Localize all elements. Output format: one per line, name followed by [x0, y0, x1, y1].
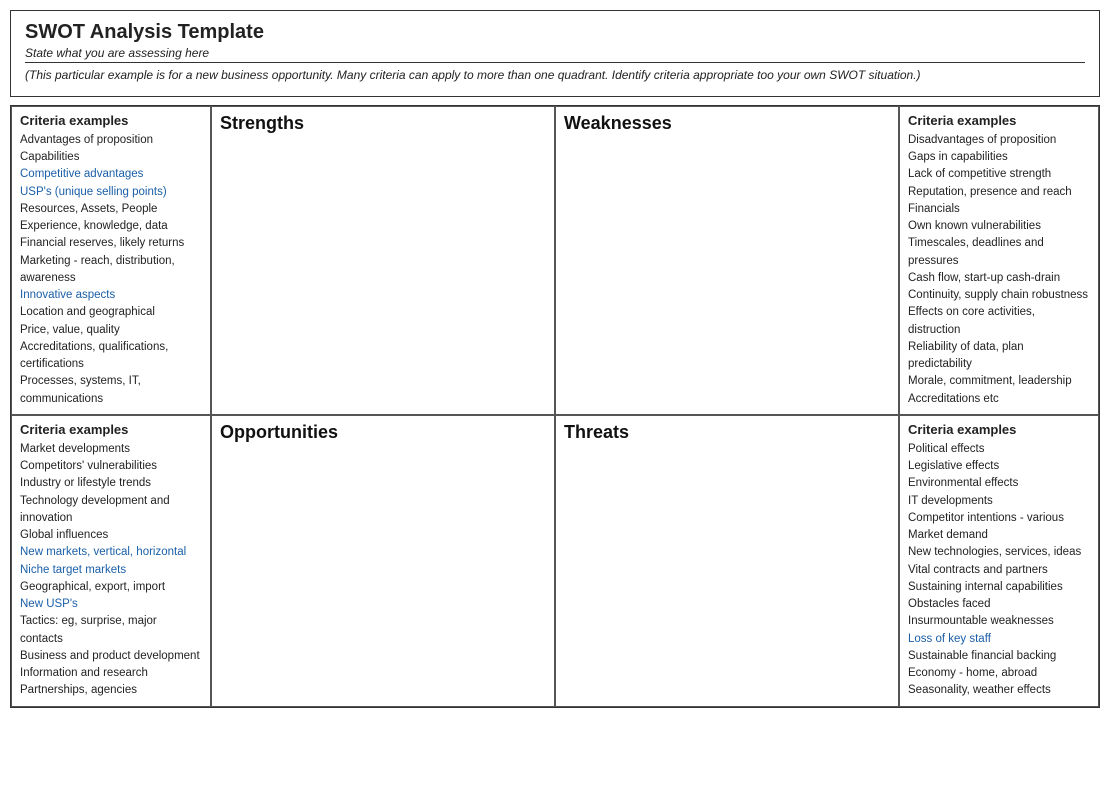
list-item: Lack of competitive strength [908, 166, 1090, 183]
list-item: Morale, commitment, leadership [908, 373, 1090, 390]
criteria-bottom-right-items: Political effectsLegislative effectsEnvi… [908, 441, 1090, 700]
list-item: Seasonality, weather effects [908, 682, 1090, 699]
list-item: Financials [908, 201, 1090, 218]
list-item: Capabilities [20, 149, 202, 166]
list-item: Disadvantages of proposition [908, 132, 1090, 149]
list-item: Vital contracts and partners [908, 562, 1090, 579]
list-item: USP's (unique selling points) [20, 184, 202, 201]
list-item: Marketing - reach, distribution, awarene… [20, 253, 202, 288]
list-item: Effects on core activities, distruction [908, 304, 1090, 339]
weaknesses-cell: Weaknesses [555, 106, 899, 415]
criteria-bottom-left: Criteria examples Market developmentsCom… [11, 415, 211, 707]
list-item: IT developments [908, 493, 1090, 510]
opportunities-cell: Opportunities [211, 415, 555, 707]
list-item: Geographical, export, import [20, 579, 202, 596]
criteria-top-right: Criteria examples Disadvantages of propo… [899, 106, 1099, 415]
opportunities-label: Opportunities [220, 422, 546, 443]
criteria-top-right-items: Disadvantages of propositionGaps in capa… [908, 132, 1090, 408]
threats-label: Threats [564, 422, 890, 443]
list-item: Competitors' vulnerabilities [20, 458, 202, 475]
list-item: Advantages of proposition [20, 132, 202, 149]
list-item: Business and product development [20, 648, 202, 665]
list-item: Industry or lifestyle trends [20, 475, 202, 492]
list-item: Market demand [908, 527, 1090, 544]
list-item: New technologies, services, ideas [908, 544, 1090, 561]
page-title: SWOT Analysis Template [25, 21, 1085, 44]
criteria-top-right-title: Criteria examples [908, 113, 1090, 128]
list-item: Market developments [20, 441, 202, 458]
list-item: Economy - home, abroad [908, 665, 1090, 682]
list-item: New markets, vertical, horizontal [20, 544, 202, 561]
list-item: Competitor intentions - various [908, 510, 1090, 527]
list-item: Cash flow, start-up cash-drain [908, 270, 1090, 287]
criteria-bottom-left-items: Market developmentsCompetitors' vulnerab… [20, 441, 202, 700]
criteria-bottom-left-title: Criteria examples [20, 422, 202, 437]
list-item: Tactics: eg, surprise, major contacts [20, 613, 202, 648]
list-item: New USP's [20, 596, 202, 613]
list-item: Legislative effects [908, 458, 1090, 475]
list-item: Accreditations etc [908, 391, 1090, 408]
list-item: Competitive advantages [20, 166, 202, 183]
criteria-bottom-right-title: Criteria examples [908, 422, 1090, 437]
list-item: Continuity, supply chain robustness [908, 287, 1090, 304]
list-item: Financial reserves, likely returns [20, 235, 202, 252]
strengths-label: Strengths [220, 113, 546, 134]
criteria-top-left: Criteria examples Advantages of proposit… [11, 106, 211, 415]
list-item: Global influences [20, 527, 202, 544]
criteria-bottom-right: Criteria examples Political effectsLegis… [899, 415, 1099, 707]
list-item: Timescales, deadlines and pressures [908, 235, 1090, 270]
subtitle: State what you are assessing here [25, 46, 1085, 63]
list-item: Insurmountable weaknesses [908, 613, 1090, 630]
list-item: Sustainable financial backing [908, 648, 1090, 665]
list-item: Technology development and innovation [20, 493, 202, 528]
list-item: Niche target markets [20, 562, 202, 579]
header-box: SWOT Analysis Template State what you ar… [10, 10, 1100, 97]
list-item: Processes, systems, IT, communications [20, 373, 202, 408]
criteria-top-left-items: Advantages of propositionCapabilitiesCom… [20, 132, 202, 408]
list-item: Gaps in capabilities [908, 149, 1090, 166]
list-item: Reliability of data, plan predictability [908, 339, 1090, 374]
threats-cell: Threats [555, 415, 899, 707]
list-item: Environmental effects [908, 475, 1090, 492]
list-item: Obstacles faced [908, 596, 1090, 613]
list-item: Price, value, quality [20, 322, 202, 339]
list-item: Sustaining internal capabilities [908, 579, 1090, 596]
strengths-cell: Strengths [211, 106, 555, 415]
list-item: Innovative aspects [20, 287, 202, 304]
list-item: Own known vulnerabilities [908, 218, 1090, 235]
description: (This particular example is for a new bu… [25, 67, 1085, 84]
list-item: Location and geographical [20, 304, 202, 321]
list-item: Partnerships, agencies [20, 682, 202, 699]
list-item: Political effects [908, 441, 1090, 458]
swot-grid: Criteria examples Advantages of proposit… [10, 105, 1100, 708]
list-item: Reputation, presence and reach [908, 184, 1090, 201]
list-item: Loss of key staff [908, 631, 1090, 648]
list-item: Information and research [20, 665, 202, 682]
criteria-top-left-title: Criteria examples [20, 113, 202, 128]
list-item: Experience, knowledge, data [20, 218, 202, 235]
list-item: Resources, Assets, People [20, 201, 202, 218]
list-item: Accreditations, qualifications, certific… [20, 339, 202, 374]
weaknesses-label: Weaknesses [564, 113, 890, 134]
